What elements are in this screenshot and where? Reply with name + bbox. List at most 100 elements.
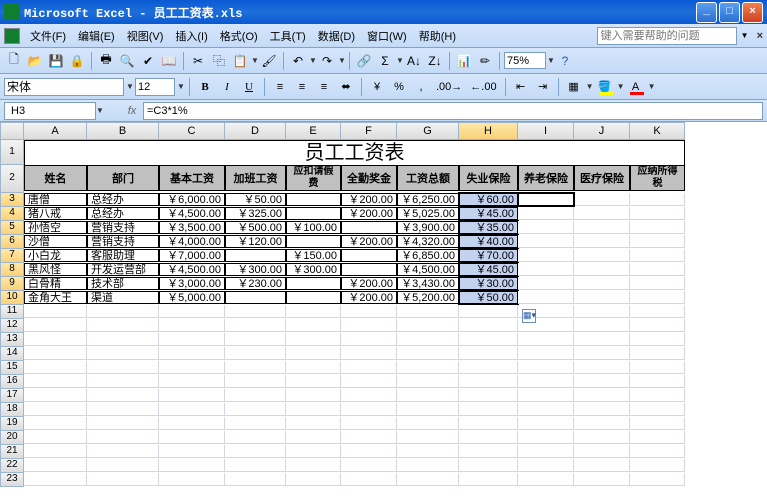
cell-I16[interactable] [518,375,574,388]
column-header-B[interactable]: B [87,122,159,140]
formula-input[interactable] [143,102,763,120]
cell-B22[interactable] [87,459,159,472]
cell-A4[interactable]: 猪八戒 [24,207,87,220]
cell-F12[interactable] [341,319,397,332]
cell-A17[interactable] [24,389,87,402]
help-dropdown-icon[interactable]: ▼ [741,31,749,40]
cell-A6[interactable]: 沙僧 [24,235,87,248]
cell-E23[interactable] [286,473,341,486]
cell-I19[interactable] [518,417,574,430]
cell-I18[interactable] [518,403,574,416]
font-dropdown-icon[interactable]: ▼ [126,82,133,91]
cell-I20[interactable] [518,431,574,444]
cell-J6[interactable] [574,235,630,248]
cell-E6[interactable] [286,235,341,248]
header-cell[interactable]: 失业保险 [459,165,518,191]
cell-E18[interactable] [286,403,341,416]
cell-A13[interactable] [24,333,87,346]
cell-H9[interactable]: ￥30.00 [459,277,518,290]
cell-B8[interactable]: 开发运营部 [87,263,159,276]
header-cell[interactable]: 工资总额 [397,165,459,191]
row-header-5[interactable]: 5 [0,221,24,235]
cell-G16[interactable] [397,375,459,388]
cell-B12[interactable] [87,319,159,332]
sort-desc-icon[interactable]: Z↓ [425,51,445,71]
cell-A11[interactable] [24,305,87,318]
row-header-6[interactable]: 6 [0,235,24,249]
header-cell[interactable]: 姓名 [24,165,87,191]
cell-G9[interactable]: ￥3,430.00 [397,277,459,290]
decrease-indent-icon[interactable]: ⇤ [511,77,531,97]
cell-G7[interactable]: ￥6,850.00 [397,249,459,262]
cell-K5[interactable] [630,221,685,234]
header-cell[interactable]: 应纳所得税 [630,165,685,191]
cell-H7[interactable]: ￥70.00 [459,249,518,262]
row-header-23[interactable]: 23 [0,473,24,487]
cell-G14[interactable] [397,347,459,360]
cell-F14[interactable] [341,347,397,360]
bold-button[interactable]: B [195,77,215,97]
hyperlink-icon[interactable]: 🔗 [354,51,374,71]
minimize-button[interactable]: _ [696,2,717,23]
cell-B16[interactable] [87,375,159,388]
column-header-J[interactable]: J [574,122,630,140]
cell-F19[interactable] [341,417,397,430]
cell-D16[interactable] [225,375,286,388]
cell-D12[interactable] [225,319,286,332]
maximize-button[interactable]: □ [719,2,740,23]
row-header-21[interactable]: 21 [0,445,24,459]
cell-G11[interactable] [397,305,459,318]
cell-C23[interactable] [159,473,225,486]
cell-C11[interactable] [159,305,225,318]
cell-I22[interactable] [518,459,574,472]
menu-insert[interactable]: 插入(I) [169,26,213,46]
cell-F3[interactable]: ￥200.00 [341,193,397,206]
cell-E15[interactable] [286,361,341,374]
row-header-10[interactable]: 10 [0,291,24,305]
cell-J22[interactable] [574,459,630,472]
cell-C12[interactable] [159,319,225,332]
increase-decimal-icon[interactable]: .00→ [433,77,465,97]
italic-button[interactable]: I [217,77,237,97]
cell-F5[interactable] [341,221,397,234]
row-header-9[interactable]: 9 [0,277,24,291]
cell-B3[interactable]: 总经办 [87,193,159,206]
cell-B20[interactable] [87,431,159,444]
cell-F6[interactable]: ￥200.00 [341,235,397,248]
cell-A12[interactable] [24,319,87,332]
cell-I15[interactable] [518,361,574,374]
cell-J19[interactable] [574,417,630,430]
fill-dropdown-icon[interactable]: ▼ [617,82,624,91]
cell-B15[interactable] [87,361,159,374]
cell-E21[interactable] [286,445,341,458]
cell-D11[interactable] [225,305,286,318]
cell-F21[interactable] [341,445,397,458]
cell-C16[interactable] [159,375,225,388]
cell-A19[interactable] [24,417,87,430]
cell-F20[interactable] [341,431,397,444]
help-search-input[interactable] [597,27,737,45]
currency-icon[interactable]: ¥ [367,77,387,97]
cell-K22[interactable] [630,459,685,472]
cell-J17[interactable] [574,389,630,402]
cell-D13[interactable] [225,333,286,346]
cell-C8[interactable]: ￥4,500.00 [159,263,225,276]
cell-H23[interactable] [459,473,518,486]
cell-A20[interactable] [24,431,87,444]
cell-J10[interactable] [574,291,630,304]
cell-H10[interactable]: ￥50.00 [459,291,518,304]
cell-G21[interactable] [397,445,459,458]
cell-I17[interactable] [518,389,574,402]
cell-K8[interactable] [630,263,685,276]
cell-A10[interactable]: 金角大王 [24,291,87,304]
cell-D20[interactable] [225,431,286,444]
cell-G13[interactable] [397,333,459,346]
cell-E16[interactable] [286,375,341,388]
cell-E17[interactable] [286,389,341,402]
row-header-7[interactable]: 7 [0,249,24,263]
cell-D18[interactable] [225,403,286,416]
cell-G22[interactable] [397,459,459,472]
cell-J18[interactable] [574,403,630,416]
menu-data[interactable]: 数据(D) [312,26,361,46]
header-cell[interactable]: 全勤奖金 [341,165,397,191]
